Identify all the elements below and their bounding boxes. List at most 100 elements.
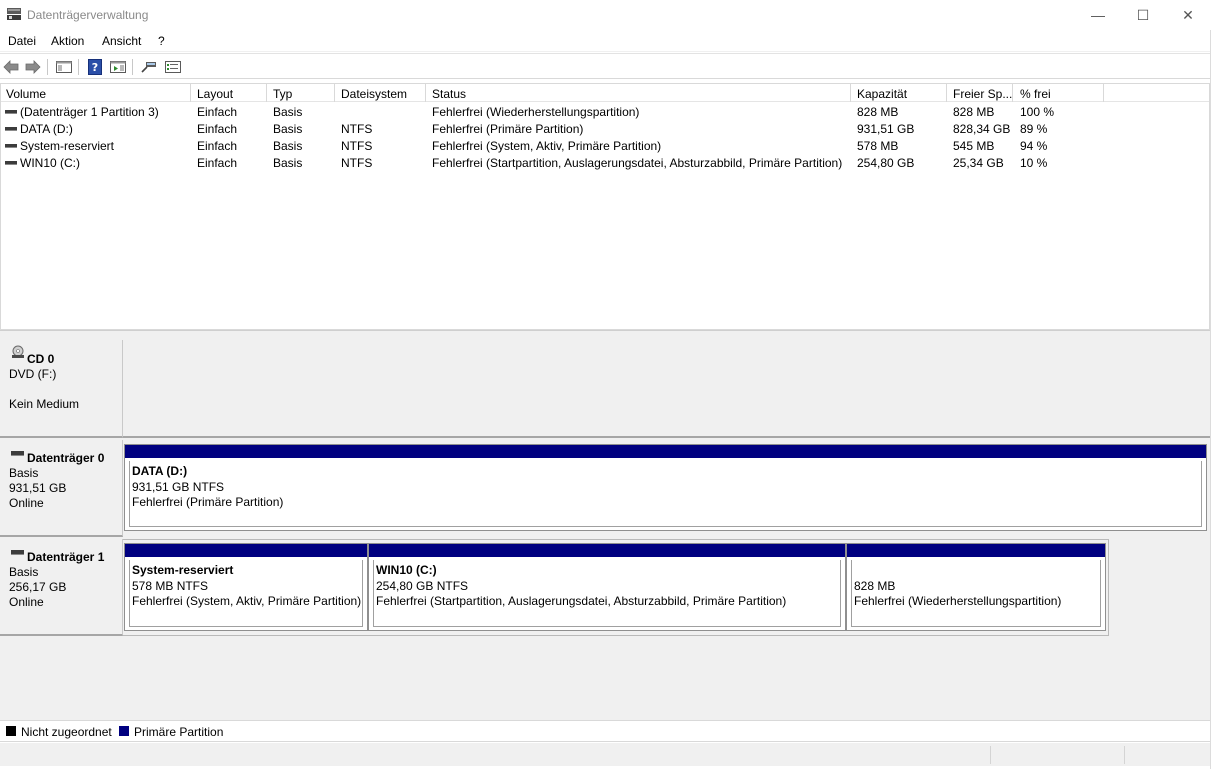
volume-name: WIN10 (C:) (20, 156, 80, 170)
table-row[interactable]: System-reserviert Einfach Basis NTFS Feh… (1, 137, 1209, 154)
volume-name: (Datenträger 1 Partition 3) (20, 105, 159, 119)
partition-name: WIN10 (C:) (376, 563, 437, 577)
primary-partition-bar (125, 544, 367, 557)
back-button[interactable] (2, 58, 20, 76)
disk-size: 931,51 GB (9, 481, 67, 495)
column-divider[interactable] (334, 84, 335, 102)
disk-name: Datenträger 0 (27, 451, 105, 465)
legend-label-primary: Primäre Partition (134, 725, 224, 739)
back-arrow-icon (3, 60, 19, 74)
column-divider[interactable] (850, 84, 851, 102)
partition-data-d[interactable]: DATA (D:) 931,51 GB NTFS Fehlerfrei (Pri… (124, 444, 1207, 531)
maximize-icon: ☐ (1136, 6, 1150, 23)
freier-speicher-cell: 828 MB (953, 105, 995, 119)
help-icon: ? (88, 59, 102, 75)
column-header-kapazitaet[interactable]: Kapazität (857, 87, 907, 101)
disk-label-cd0[interactable]: CD 0 DVD (F:) Kein Medium (0, 340, 123, 438)
status-divider (990, 746, 991, 764)
volume-list: Volume Layout Typ Dateisystem Status Kap… (0, 83, 1210, 330)
partition-recovery[interactable]: 828 MB Fehlerfrei (Wiederherstellungspar… (846, 543, 1106, 631)
partition-frame (129, 461, 1202, 527)
column-header-typ[interactable]: Typ (273, 87, 292, 101)
prozent-frei-cell: 89 % (1020, 122, 1048, 136)
column-header-dateisystem[interactable]: Dateisystem (341, 87, 407, 101)
cd0-partition-area (123, 340, 1210, 438)
prozent-frei-cell: 94 % (1020, 139, 1048, 153)
disk-name: CD 0 (27, 352, 55, 366)
toolbar-separator (78, 59, 79, 75)
menu-bar: Datei Aktion Ansicht ? (0, 30, 1215, 52)
partition-name: DATA (D:) (132, 464, 188, 478)
toolbar: ? (0, 53, 1215, 79)
drive-icon (5, 109, 17, 114)
minimize-button[interactable]: — (1075, 0, 1121, 30)
partition-size: 254,80 GB NTFS (376, 579, 469, 593)
drive-icon (5, 126, 17, 131)
table-row[interactable]: WIN10 (C:) Einfach Basis NTFS Fehlerfrei… (1, 154, 1209, 171)
legend: Nicht zugeordnet Primäre Partition (0, 720, 1210, 742)
partition-system-reserviert[interactable]: System-reserviert 578 MB NTFS Fehlerfrei… (124, 543, 368, 631)
action-pane-button[interactable] (109, 58, 127, 76)
table-row[interactable]: (Datenträger 1 Partition 3) Einfach Basi… (1, 103, 1209, 120)
cd-drive-icon (12, 345, 24, 358)
partition-status: Fehlerfrei (System, Aktiv, Primäre Parti… (132, 594, 362, 608)
table-row[interactable]: DATA (D:) Einfach Basis NTFS Fehlerfrei … (1, 120, 1209, 137)
connect-button[interactable] (140, 58, 158, 76)
help-button[interactable]: ? (86, 58, 104, 76)
legend-swatch-primary (119, 726, 129, 736)
partition-size: 828 MB (854, 579, 896, 593)
close-button[interactable]: ✕ (1165, 0, 1211, 30)
disk-media-status: Kein Medium (9, 397, 80, 411)
menu-datei[interactable]: Datei (8, 34, 36, 48)
column-header-layout[interactable]: Layout (197, 87, 233, 101)
minimize-icon: — (1091, 7, 1105, 23)
drive-icon (5, 160, 17, 165)
kapazitaet-cell: 931,51 GB (857, 122, 915, 136)
partition-win10-c[interactable]: WIN10 (C:) 254,80 GB NTFS Fehlerfrei (St… (368, 543, 846, 631)
maximize-button[interactable]: ☐ (1120, 0, 1166, 30)
primary-partition-bar (369, 544, 845, 557)
forward-button[interactable] (24, 58, 42, 76)
drive-icon (5, 143, 17, 148)
column-divider[interactable] (190, 84, 191, 102)
column-divider[interactable] (266, 84, 267, 102)
column-divider[interactable] (1012, 84, 1013, 102)
disk-size: 256,17 GB (9, 580, 67, 594)
partition-status: Fehlerfrei (Startpartition, Auslagerungs… (376, 594, 787, 608)
status-bar (0, 742, 1210, 766)
console-tree-icon (56, 61, 72, 73)
volume-cell: DATA (D:) (5, 122, 73, 136)
status-cell: Fehlerfrei (Wiederherstellungspartition) (432, 105, 640, 119)
menu-ansicht[interactable]: Ansicht (102, 34, 141, 48)
volume-cell: System-reserviert (5, 139, 114, 153)
action-pane-icon (110, 61, 126, 73)
column-header-freier-speicher[interactable]: Freier Sp... (953, 87, 1012, 101)
partition-name: System-reserviert (132, 563, 234, 577)
freier-speicher-cell: 25,34 GB (953, 156, 1004, 170)
typ-cell: Basis (273, 156, 303, 170)
forward-arrow-icon (25, 60, 41, 74)
prozent-frei-cell: 100 % (1020, 105, 1055, 119)
console-tree-button[interactable] (55, 58, 73, 76)
disk-graphical-view: CD 0 DVD (F:) Kein Medium Datenträger 0 … (0, 336, 1210, 741)
column-header-prozent-frei[interactable]: % frei (1020, 87, 1051, 101)
title-bar: Datenträgerverwaltung — ☐ ✕ (0, 0, 1215, 30)
properties-button[interactable] (164, 58, 182, 76)
volume-cell: WIN10 (C:) (5, 156, 80, 170)
disk-label-disk1[interactable]: Datenträger 1 Basis 256,17 GB Online (0, 539, 123, 636)
menu-help[interactable]: ? (158, 34, 165, 48)
column-divider[interactable] (946, 84, 947, 102)
column-divider[interactable] (425, 84, 426, 102)
legend-label-unallocated: Nicht zugeordnet (21, 725, 112, 739)
layout-cell: Einfach (197, 122, 238, 136)
typ-cell: Basis (273, 105, 303, 119)
freier-speicher-cell: 828,34 GB (953, 122, 1011, 136)
window-title: Datenträgerverwaltung (27, 8, 149, 22)
legend-swatch-unallocated (6, 726, 16, 736)
status-cell: Fehlerfrei (Startpartition, Auslagerungs… (432, 156, 843, 170)
column-divider[interactable] (1103, 84, 1104, 102)
menu-aktion[interactable]: Aktion (51, 34, 84, 48)
disk-label-disk0[interactable]: Datenträger 0 Basis 931,51 GB Online (0, 440, 123, 537)
column-header-volume[interactable]: Volume (6, 87, 46, 101)
column-header-status[interactable]: Status (432, 87, 466, 101)
